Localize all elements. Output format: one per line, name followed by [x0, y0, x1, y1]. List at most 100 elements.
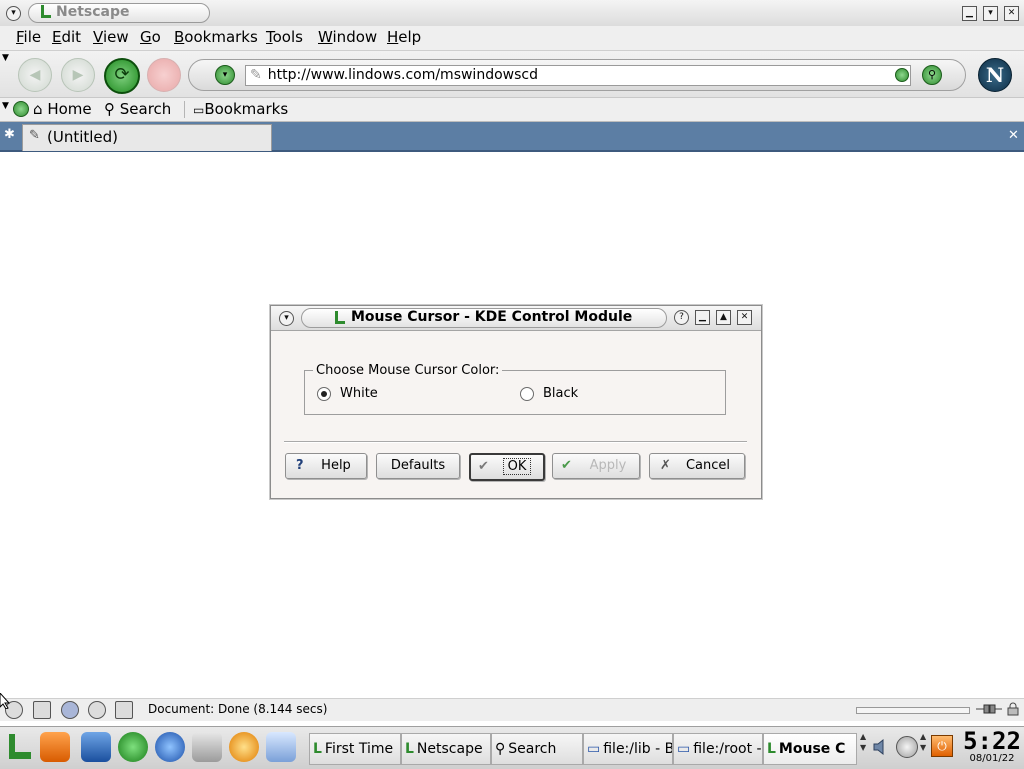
defaults-label: Defaults: [390, 458, 446, 473]
reload-icon: ⟳: [114, 64, 130, 85]
search-label: Search: [119, 100, 172, 118]
composer-icon[interactable]: [61, 701, 79, 719]
task-label: First Time: [324, 741, 394, 757]
search-icon: ⚲: [495, 741, 506, 757]
menu-view[interactable]: View: [93, 28, 129, 46]
dialog-maximize-button[interactable]: ▲: [716, 310, 731, 325]
help-center-icon[interactable]: [229, 732, 259, 762]
url-dropdown-icon[interactable]: ▾: [215, 65, 235, 85]
bookmarks-label: Bookmarks: [204, 100, 289, 118]
file-manager-icon[interactable]: [81, 732, 111, 762]
cancel-label: Cancel: [685, 458, 731, 473]
text-editor-icon[interactable]: [266, 732, 296, 762]
tab-label: (Untitled): [47, 128, 119, 146]
mail-icon[interactable]: [33, 701, 51, 719]
clicknrun-icon[interactable]: [40, 732, 70, 762]
window-menu-button[interactable]: ▾: [6, 6, 21, 21]
folder-icon: ▭: [193, 103, 205, 117]
search-icon: ⚲: [104, 100, 115, 118]
reload-button[interactable]: ⟳: [104, 58, 140, 94]
tab-bar: ✱ ✎ (Untitled) ✕: [0, 122, 1024, 152]
clock[interactable]: 5:22 08/01/22: [962, 729, 1022, 767]
apply-button: ✔ Apply: [552, 453, 640, 479]
close-tab-icon[interactable]: ✕: [1008, 128, 1019, 143]
toolbar-grippy-icon[interactable]: ▼: [2, 53, 9, 63]
run-icon[interactable]: [118, 732, 148, 762]
cancel-x-icon: ✗: [660, 458, 671, 473]
toolbar-divider: [184, 101, 185, 118]
url-bar: ▾ ✎ http://www.lindows.com/mswindowscd ⚲: [188, 59, 966, 91]
task-label: Netscape: [416, 741, 483, 757]
task-netscape[interactable]: L Netscape: [401, 733, 491, 765]
new-tab-icon[interactable]: ✱: [4, 127, 15, 142]
dialog-close-button[interactable]: ✕: [737, 310, 752, 325]
bookmarks-button[interactable]: ▭Bookmarks: [193, 100, 288, 118]
maximize-button[interactable]: ▾: [983, 6, 998, 21]
online-status-icon[interactable]: [976, 703, 1002, 715]
netscape-throbber-icon[interactable]: N: [978, 58, 1012, 92]
tray-scroll-arrows-icon[interactable]: ▲ ▼: [860, 731, 866, 753]
mouse-pointer-icon: [0, 692, 11, 710]
white-radio-label[interactable]: White: [340, 386, 378, 401]
stop-button[interactable]: [147, 58, 181, 92]
page-proxy-icon: ✎: [250, 67, 262, 83]
toolbar-menu-icon[interactable]: [13, 101, 29, 117]
help-button[interactable]: ? Help: [285, 453, 367, 479]
task-file-lib[interactable]: ▭ file:/lib - B: [583, 733, 673, 765]
toolbar-grippy-icon[interactable]: ▼: [2, 101, 9, 111]
history-dropdown-icon[interactable]: [895, 68, 909, 82]
black-radio[interactable]: [520, 387, 534, 401]
volume-icon[interactable]: [872, 737, 890, 757]
white-radio[interactable]: [317, 387, 331, 401]
forward-button[interactable]: ▶: [61, 58, 95, 92]
back-arrow-icon: ◀: [29, 67, 41, 83]
address-book-icon[interactable]: [88, 701, 106, 719]
folder-icon: ▭: [677, 741, 691, 757]
task-label: file:/lib - B: [603, 741, 673, 757]
forward-arrow-icon: ▶: [72, 67, 84, 83]
close-button[interactable]: ✕: [1004, 6, 1019, 21]
black-radio-label[interactable]: Black: [543, 386, 578, 401]
tab-untitled[interactable]: ✎ (Untitled): [22, 124, 272, 151]
lindows-logo-icon: L: [405, 741, 414, 757]
menu-go[interactable]: Go: [140, 28, 161, 46]
home-icon: ⌂: [33, 100, 43, 118]
menu-edit[interactable]: Edit: [52, 28, 81, 46]
context-help-button[interactable]: ?: [674, 310, 689, 325]
cancel-button[interactable]: ✗ Cancel: [649, 453, 745, 479]
search-button[interactable]: ⚲ Search: [104, 100, 171, 118]
dialog-menu-button[interactable]: ▾: [279, 311, 294, 326]
tray-scroll-arrows-icon[interactable]: ▲ ▼: [920, 731, 926, 753]
back-button[interactable]: ◀: [18, 58, 52, 92]
mail-client-icon[interactable]: [192, 732, 222, 762]
lindows-logo-icon: [38, 4, 52, 20]
security-lock-icon[interactable]: [1007, 702, 1019, 716]
web-browser-icon[interactable]: [155, 732, 185, 762]
chat-icon[interactable]: [115, 701, 133, 719]
search-go-icon[interactable]: ⚲: [922, 65, 942, 85]
network-icon[interactable]: [896, 736, 918, 758]
k-menu-lindows-icon[interactable]: [3, 732, 33, 762]
minimize-button[interactable]: ▁: [962, 6, 977, 21]
menu-bookmarks[interactable]: Bookmarks: [174, 28, 258, 46]
group-label: Choose Mouse Cursor Color:: [313, 363, 503, 378]
page-icon: ✎: [29, 128, 40, 143]
task-label: Search: [508, 741, 557, 757]
task-mouse-cursor[interactable]: L Mouse C: [763, 733, 857, 765]
menu-window[interactable]: Window: [318, 28, 377, 46]
defaults-button[interactable]: Defaults: [376, 453, 460, 479]
url-input[interactable]: ✎ http://www.lindows.com/mswindowscd: [245, 65, 911, 86]
ok-button[interactable]: ✔ OK: [469, 453, 545, 481]
menu-tools[interactable]: Tools: [266, 28, 303, 46]
menu-help[interactable]: Help: [387, 28, 421, 46]
home-button[interactable]: ⌂ Home: [33, 100, 92, 118]
kde-control-module-dialog: ▾ Mouse Cursor - KDE Control Module ? ▁ …: [270, 305, 762, 499]
power-icon[interactable]: ⏻: [931, 735, 953, 757]
help-icon: ?: [296, 458, 304, 473]
task-first-time[interactable]: L First Time: [309, 733, 401, 765]
task-search[interactable]: ⚲ Search: [491, 733, 583, 765]
task-file-root[interactable]: ▭ file:/root -: [673, 733, 763, 765]
lindows-logo-icon: L: [313, 741, 322, 757]
menu-file[interactable]: File: [16, 28, 41, 46]
dialog-minimize-button[interactable]: ▁: [695, 310, 710, 325]
